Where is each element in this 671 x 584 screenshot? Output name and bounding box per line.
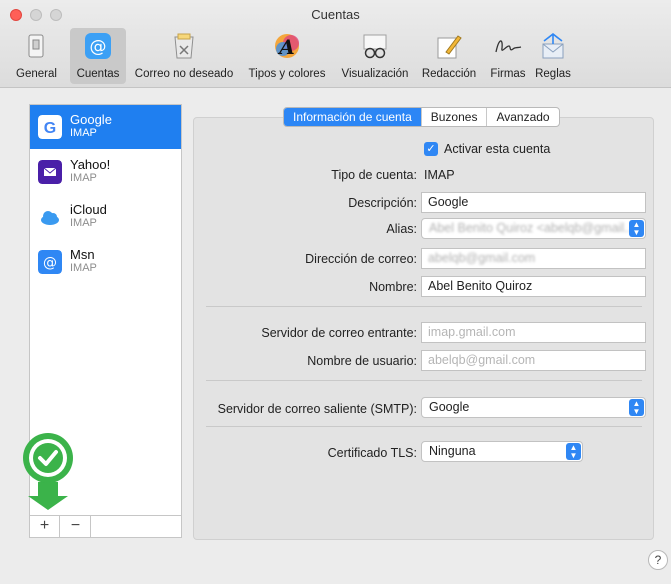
tls-value: Ninguna (429, 444, 476, 458)
glasses-icon (363, 34, 387, 59)
tab-advanced[interactable]: Avanzado (487, 108, 558, 126)
alias-value: Abel Benito Quiroz <abelqb@gmail... (429, 221, 635, 235)
toolbar-viewing-label: Visualización (341, 68, 409, 80)
account-item-msn[interactable]: @ Msn IMAP (30, 240, 181, 284)
description-label: Descripción: (348, 196, 417, 210)
fonts-colors-icon: A (275, 34, 299, 59)
incoming-server-label: Servidor de correo entrante: (261, 326, 417, 340)
toolbar-junk[interactable]: Correo no deseado (128, 28, 240, 84)
toolbar-composing-label: Redacción (421, 68, 477, 80)
name-label: Nombre: (369, 280, 417, 294)
toolbar-rules-label: Reglas (535, 68, 571, 80)
separator (206, 306, 642, 307)
window-title: Cuentas (311, 7, 360, 22)
svg-text:G: G (44, 120, 56, 137)
alias-label: Alias: (386, 222, 417, 236)
tab-mailboxes[interactable]: Buzones (422, 108, 488, 126)
toolbar: Cuentas General @ Cuentas Correo no dese… (0, 0, 671, 88)
account-type-label: Tipo de cuenta: (331, 168, 417, 182)
account-type: IMAP (70, 262, 97, 274)
msn-icon: @ (38, 250, 62, 274)
rules-envelope-icon (542, 32, 564, 59)
svg-text:@: @ (90, 37, 107, 57)
account-item-google[interactable]: G Google IMAP (30, 105, 181, 149)
incoming-server-field[interactable]: imap.gmail.com (421, 322, 646, 343)
name-field[interactable]: Abel Benito Quiroz (421, 276, 646, 297)
account-type-value: IMAP (424, 168, 455, 182)
separator (206, 426, 642, 427)
help-button[interactable]: ? (648, 550, 668, 570)
settings-tabs: Información de cuenta Buzones Avanzado (283, 107, 560, 127)
account-name: Yahoo! (70, 157, 111, 172)
svg-text:A: A (277, 35, 295, 59)
tls-label: Certificado TLS: (327, 446, 417, 460)
account-item-icloud[interactable]: iCloud IMAP (30, 195, 181, 239)
popup-arrows-icon: ▲ ▼ (566, 443, 581, 460)
popup-arrows-icon: ▲ ▼ (629, 220, 644, 237)
toolbar-general-label: General (16, 68, 57, 80)
toolbar-signatures[interactable]: Firmas (484, 28, 532, 84)
toolbar-junk-label: Correo no deseado (134, 68, 234, 80)
toolbar-signatures-label: Firmas (490, 68, 526, 80)
smtp-value: Google (429, 400, 470, 414)
email-field[interactable]: abelqb@gmail.com (421, 248, 646, 269)
toolbar-fonts-colors[interactable]: A Tipos y colores (241, 28, 333, 84)
google-icon: G (38, 115, 62, 139)
svg-text:@: @ (43, 255, 57, 271)
icloud-icon (38, 205, 62, 229)
tab-account-info[interactable]: Información de cuenta (284, 108, 422, 126)
separator (206, 380, 642, 381)
account-list-buttons: + − (29, 516, 182, 538)
toolbar-accounts-label: Cuentas (76, 68, 120, 80)
checkmark-badge-icon (23, 433, 73, 510)
username-field[interactable]: abelqb@gmail.com (421, 350, 646, 371)
account-item-yahoo[interactable]: Yahoo! IMAP (30, 150, 181, 194)
at-sign-icon: @ (85, 33, 111, 59)
account-name: Google (70, 112, 112, 127)
tls-popup[interactable]: Ninguna ▲ ▼ (421, 441, 583, 462)
toolbar-general[interactable]: General (16, 28, 57, 84)
popup-arrows-icon: ▲ ▼ (629, 399, 644, 416)
alias-popup[interactable]: Abel Benito Quiroz <abelqb@gmail... ▲ ▼ (421, 218, 646, 239)
account-name: iCloud (70, 202, 107, 217)
toolbar-rules[interactable]: Reglas (530, 28, 576, 84)
smtp-label: Servidor de correo saliente (SMTP): (217, 402, 417, 416)
add-account-button[interactable]: + (30, 516, 60, 537)
account-type: IMAP (70, 127, 97, 139)
toolbar-accounts[interactable]: @ Cuentas (70, 28, 126, 84)
email-value: abelqb@gmail.com (428, 251, 536, 265)
username-label: Nombre de usuario: (307, 354, 417, 368)
account-type: IMAP (70, 172, 97, 184)
toolbar-composing[interactable]: Redacción (417, 28, 481, 84)
email-label: Dirección de correo: (305, 252, 417, 266)
toolbar-fonts-colors-label: Tipos y colores (248, 68, 326, 80)
pencil-icon (437, 35, 462, 59)
junk-mail-bin-icon (174, 33, 194, 59)
general-switch-icon (28, 34, 44, 58)
yahoo-icon (38, 160, 62, 184)
account-name: Msn (70, 247, 95, 262)
preferences-window: Cuentas General @ Cuentas Correo no dese… (0, 0, 671, 584)
toolbar-viewing[interactable]: Visualización (335, 28, 415, 84)
enable-account-checkbox[interactable]: ✓ (424, 142, 438, 156)
smtp-popup[interactable]: Google ▲ ▼ (421, 397, 646, 418)
enable-account-label: Activar esta cuenta (444, 142, 551, 156)
remove-account-button[interactable]: − (61, 516, 91, 537)
account-type: IMAP (70, 217, 97, 229)
signature-icon (495, 40, 522, 53)
description-field[interactable]: Google (421, 192, 646, 213)
